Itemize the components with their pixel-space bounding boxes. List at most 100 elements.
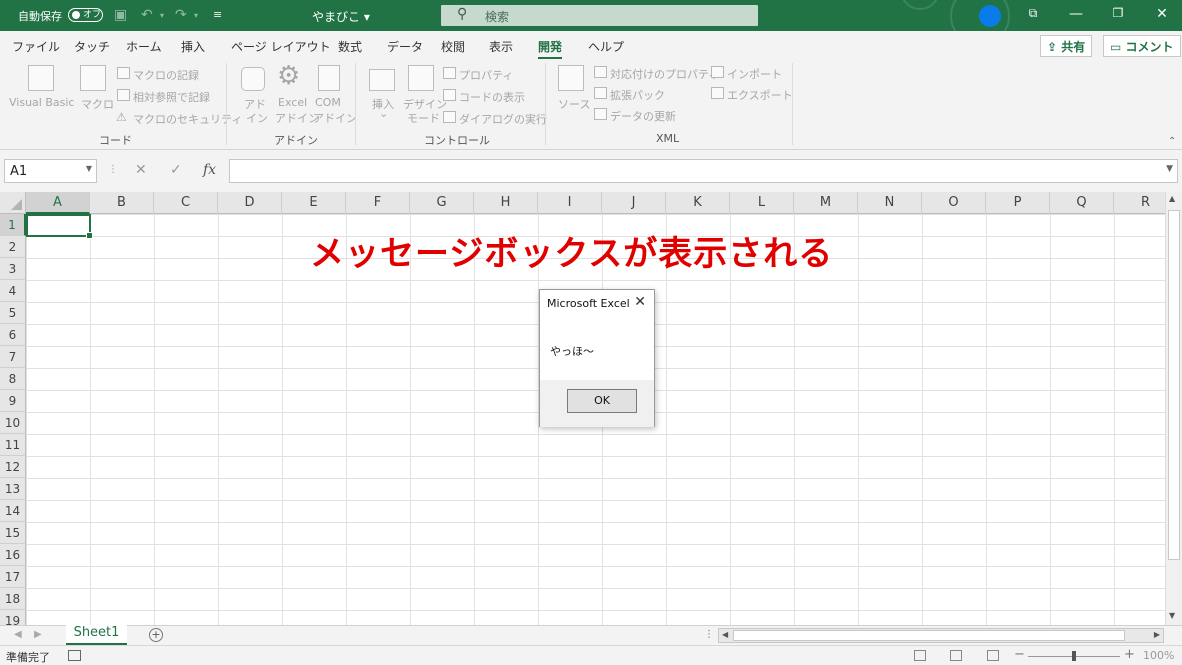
column-header[interactable]: A bbox=[26, 192, 90, 214]
row-header[interactable]: 17 bbox=[0, 566, 26, 588]
design-mode-icon[interactable] bbox=[408, 65, 434, 91]
row-header[interactable]: 16 bbox=[0, 544, 26, 566]
redo-dropdown-icon[interactable]: ▾ bbox=[194, 11, 198, 20]
xml-source-button[interactable]: ソース bbox=[558, 96, 590, 112]
column-header[interactable]: K bbox=[666, 192, 730, 214]
column-header[interactable]: B bbox=[90, 192, 154, 214]
column-header[interactable]: I bbox=[538, 192, 602, 214]
cancel-icon[interactable]: ✕ bbox=[135, 162, 147, 178]
tab-home[interactable]: ホーム bbox=[126, 38, 162, 55]
row-header[interactable]: 2 bbox=[0, 236, 26, 258]
row-header[interactable]: 1 bbox=[0, 214, 26, 236]
close-icon[interactable]: ✕ bbox=[634, 294, 646, 310]
page-break-view-icon[interactable] bbox=[987, 650, 999, 661]
close-icon[interactable]: ✕ bbox=[1150, 6, 1174, 22]
tab-help[interactable]: ヘルプ bbox=[588, 38, 624, 55]
row-header[interactable]: 6 bbox=[0, 324, 26, 346]
macros-icon[interactable] bbox=[80, 65, 106, 91]
horizontal-scrollbar[interactable]: ◀ ▶ bbox=[718, 628, 1164, 643]
ok-button[interactable]: OK bbox=[567, 389, 637, 413]
enter-icon[interactable]: ✓ bbox=[170, 162, 182, 178]
search-box[interactable]: ⚲ 検索 bbox=[441, 5, 758, 26]
zoom-out-icon[interactable]: − bbox=[1014, 647, 1025, 662]
addins-button-line2[interactable]: イン bbox=[246, 110, 268, 126]
split-handle-icon[interactable]: ⋮ bbox=[704, 629, 714, 640]
row-header[interactable]: 14 bbox=[0, 500, 26, 522]
active-cell[interactable] bbox=[26, 214, 93, 239]
row-header[interactable]: 8 bbox=[0, 368, 26, 390]
insert-dropdown-icon[interactable]: ⌄ bbox=[379, 107, 388, 120]
column-header[interactable]: J bbox=[602, 192, 666, 214]
add-sheet-icon[interactable]: + bbox=[149, 628, 163, 642]
record-macro-button[interactable]: マクロの記録 bbox=[133, 67, 199, 83]
xml-source-icon[interactable] bbox=[558, 65, 584, 91]
row-header[interactable]: 11 bbox=[0, 434, 26, 456]
column-header[interactable]: M bbox=[794, 192, 858, 214]
zoom-slider-knob[interactable] bbox=[1072, 651, 1076, 661]
comments-button[interactable]: ▭ コメント bbox=[1103, 35, 1181, 57]
import-button[interactable]: インポート bbox=[727, 66, 782, 82]
vertical-scrollbar[interactable]: ▲ ▼ bbox=[1165, 192, 1182, 625]
column-header[interactable]: N bbox=[858, 192, 922, 214]
export-button[interactable]: エクスポート bbox=[727, 87, 793, 103]
row-header[interactable]: 19 bbox=[0, 610, 26, 625]
customize-qat-icon[interactable]: ≡ bbox=[213, 8, 222, 21]
tab-touch[interactable]: タッチ bbox=[74, 38, 110, 55]
ribbon-display-options-icon[interactable]: ⧉ bbox=[1021, 6, 1045, 21]
column-header[interactable]: G bbox=[410, 192, 474, 214]
horizontal-scroll-thumb[interactable] bbox=[733, 630, 1125, 641]
com-addins-button-line2[interactable]: アドイン bbox=[313, 110, 357, 126]
tab-developer[interactable]: 開発 bbox=[538, 38, 563, 60]
column-header[interactable]: L bbox=[730, 192, 794, 214]
excel-addins-button-line1[interactable]: Excel bbox=[278, 96, 307, 109]
column-header[interactable]: C bbox=[154, 192, 218, 214]
row-header[interactable]: 12 bbox=[0, 456, 26, 478]
column-header[interactable]: D bbox=[218, 192, 282, 214]
row-header[interactable]: 18 bbox=[0, 588, 26, 610]
undo-icon[interactable]: ↶ bbox=[141, 7, 153, 23]
zoom-level[interactable]: 100% bbox=[1143, 649, 1174, 662]
column-header[interactable]: O bbox=[922, 192, 986, 214]
page-layout-view-icon[interactable] bbox=[950, 650, 962, 661]
tab-insert[interactable]: 挿入 bbox=[181, 38, 205, 55]
expand-formula-icon[interactable]: ▼ bbox=[1166, 164, 1173, 174]
relative-reference-button[interactable]: 相対参照で記録 bbox=[133, 89, 210, 105]
excel-addins-gear-icon[interactable]: ⚙ bbox=[277, 61, 300, 91]
row-header[interactable]: 13 bbox=[0, 478, 26, 500]
row-header[interactable]: 9 bbox=[0, 390, 26, 412]
row-header[interactable]: 7 bbox=[0, 346, 26, 368]
share-button[interactable]: ⇪ 共有 bbox=[1040, 35, 1093, 57]
tab-file[interactable]: ファイル bbox=[12, 38, 60, 55]
tab-data[interactable]: データ bbox=[387, 38, 423, 55]
tab-page-layout[interactable]: ページ レイアウト bbox=[231, 38, 331, 55]
zoom-in-icon[interactable]: + bbox=[1124, 647, 1135, 662]
save-icon[interactable]: ▣ bbox=[114, 7, 127, 23]
map-properties-button[interactable]: 対応付けのプロパティ bbox=[610, 66, 719, 82]
minimize-icon[interactable]: — bbox=[1064, 6, 1088, 22]
restore-icon[interactable]: ❐ bbox=[1106, 6, 1130, 20]
column-header[interactable]: Q bbox=[1050, 192, 1114, 214]
run-dialog-button[interactable]: ダイアログの実行 bbox=[459, 111, 547, 127]
macros-button[interactable]: マクロ bbox=[81, 96, 114, 112]
avatar[interactable] bbox=[979, 5, 1001, 27]
row-header[interactable]: 10 bbox=[0, 412, 26, 434]
select-all-button[interactable] bbox=[0, 192, 26, 214]
vertical-scroll-thumb[interactable] bbox=[1168, 210, 1180, 560]
row-header[interactable]: 5 bbox=[0, 302, 26, 324]
column-header[interactable]: H bbox=[474, 192, 538, 214]
scroll-up-icon[interactable]: ▲ bbox=[1169, 194, 1175, 203]
chevron-down-icon[interactable]: ▼ bbox=[86, 164, 92, 173]
undo-dropdown-icon[interactable]: ▾ bbox=[160, 11, 164, 20]
row-header[interactable]: 4 bbox=[0, 280, 26, 302]
column-header[interactable]: R bbox=[1114, 192, 1165, 214]
column-header[interactable]: P bbox=[986, 192, 1050, 214]
visual-basic-button[interactable]: Visual Basic bbox=[9, 96, 74, 109]
column-header[interactable]: E bbox=[282, 192, 346, 214]
refresh-data-button[interactable]: データの更新 bbox=[610, 108, 676, 124]
sheet-tab[interactable]: Sheet1 bbox=[66, 625, 127, 645]
normal-view-icon[interactable] bbox=[914, 650, 926, 661]
view-code-button[interactable]: コードの表示 bbox=[459, 89, 525, 105]
column-header[interactable]: F bbox=[346, 192, 410, 214]
row-header[interactable]: 3 bbox=[0, 258, 26, 280]
name-box[interactable]: A1 ▼ bbox=[4, 159, 97, 183]
